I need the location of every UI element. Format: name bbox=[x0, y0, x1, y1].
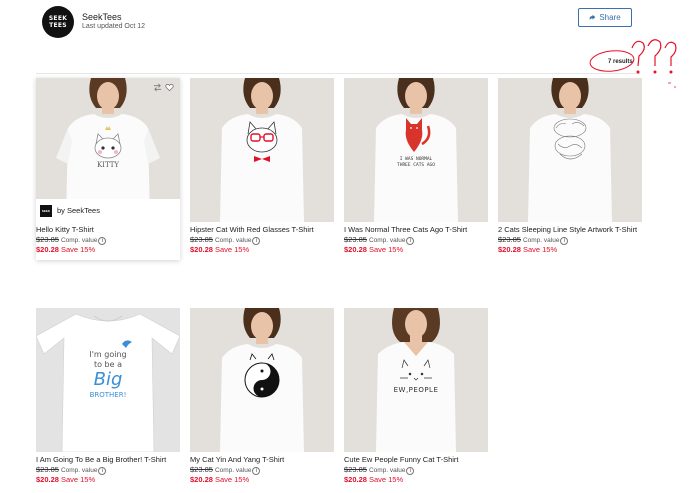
sale-price-row: $20.28 Save 15% bbox=[36, 245, 95, 254]
original-price: $23.85 bbox=[190, 235, 213, 244]
comp-value-label: Comp. value bbox=[368, 467, 406, 474]
info-icon[interactable]: i bbox=[406, 237, 415, 245]
comp-value: $23.85 Comp. value i bbox=[36, 465, 107, 475]
product-card[interactable]: I WAS NORMAL THREE CATS AGO I Was Normal… bbox=[344, 78, 488, 258]
original-price: $23.85 bbox=[498, 235, 521, 244]
comp-value: $23.85 Comp. value i bbox=[344, 235, 415, 245]
tshirt-model-image bbox=[344, 308, 488, 452]
product-image[interactable] bbox=[190, 308, 334, 452]
shirt-print-text: I'm going to be a Big BROTHER! bbox=[36, 350, 180, 400]
logo-text-top: SEEK bbox=[48, 15, 68, 22]
shirt-print-text: EW,PEOPLE bbox=[393, 386, 439, 394]
save-badge: Save 15% bbox=[368, 475, 404, 484]
original-price: $23.85 bbox=[36, 465, 59, 474]
product-image[interactable]: EW,PEOPLE bbox=[344, 308, 488, 452]
product-card[interactable]: I'm going to be a Big BROTHER! I Am Goin… bbox=[36, 308, 180, 488]
save-badge: Save 15% bbox=[60, 475, 96, 484]
heart-icon[interactable] bbox=[165, 83, 174, 92]
product-image[interactable]: I WAS NORMAL THREE CATS AGO bbox=[344, 78, 488, 222]
product-title[interactable]: 2 Cats Sleeping Line Style Artwork T-Shi… bbox=[498, 225, 637, 234]
sale-price-row: $20.28 Save 15% bbox=[344, 245, 403, 254]
product-card[interactable]: EW,PEOPLE Cute Ew People Funny Cat T-Shi… bbox=[344, 308, 488, 488]
product-title[interactable]: My Cat Yin And Yang T-Shirt bbox=[190, 455, 284, 464]
product-image[interactable] bbox=[498, 78, 642, 222]
shirt-text-line-2: THREE CATS AGO bbox=[397, 163, 435, 168]
comp-value-label: Comp. value bbox=[368, 237, 406, 244]
original-price: $23.85 bbox=[344, 465, 367, 474]
sale-price-row: $20.28 Save 15% bbox=[190, 245, 249, 254]
info-icon[interactable]: i bbox=[98, 467, 107, 475]
product-title[interactable]: Cute Ew People Funny Cat T-Shirt bbox=[344, 455, 459, 464]
product-image[interactable] bbox=[190, 78, 334, 222]
seller-strip[interactable]: SEEK by SeekTees bbox=[36, 199, 180, 222]
save-badge: Save 15% bbox=[60, 245, 96, 254]
tshirt-model-image bbox=[498, 78, 642, 222]
info-icon[interactable]: i bbox=[98, 237, 107, 245]
compare-icon[interactable] bbox=[153, 83, 162, 92]
sale-price: $20.28 bbox=[36, 245, 59, 254]
sale-price-row: $20.28 Save 15% bbox=[190, 475, 249, 484]
share-icon bbox=[590, 14, 596, 21]
original-price: $23.85 bbox=[344, 235, 367, 244]
comp-value-label: Comp. value bbox=[60, 467, 98, 474]
sale-price-row: $20.28 Save 15% bbox=[344, 475, 403, 484]
shirt-text-line-3: Big bbox=[93, 369, 123, 390]
product-title[interactable]: Hello Kitty T-Shirt bbox=[36, 225, 94, 234]
sale-price: $20.28 bbox=[344, 245, 367, 254]
shirt-text-line-4: BROTHER! bbox=[89, 391, 127, 399]
info-icon[interactable]: i bbox=[252, 467, 261, 475]
svg-text:KITTY: KITTY bbox=[97, 161, 119, 169]
product-title[interactable]: I Was Normal Three Cats Ago T-Shirt bbox=[344, 225, 467, 234]
original-price: $23.85 bbox=[36, 235, 59, 244]
save-badge: Save 15% bbox=[214, 245, 250, 254]
original-price: $23.85 bbox=[190, 465, 213, 474]
product-card[interactable]: Hipster Cat With Red Glasses T-Shirt $23… bbox=[190, 78, 334, 258]
comp-value: $23.85 Comp. value i bbox=[36, 235, 107, 245]
store-name[interactable]: SeekTees bbox=[82, 12, 122, 22]
comp-value-label: Comp. value bbox=[214, 467, 252, 474]
comp-value: $23.85 Comp. value i bbox=[344, 465, 415, 475]
share-label: Share bbox=[599, 13, 621, 22]
sale-price: $20.28 bbox=[344, 475, 367, 484]
tshirt-model-image bbox=[190, 78, 334, 222]
sale-price-row: $20.28 Save 15% bbox=[498, 245, 557, 254]
save-badge: Save 15% bbox=[522, 245, 558, 254]
comp-value-label: Comp. value bbox=[214, 237, 252, 244]
product-title[interactable]: Hipster Cat With Red Glasses T-Shirt bbox=[190, 225, 314, 234]
seller-label: by SeekTees bbox=[57, 206, 100, 215]
product-card[interactable]: My Cat Yin And Yang T-Shirt $23.85 Comp. … bbox=[190, 308, 334, 488]
sale-price: $20.28 bbox=[190, 475, 213, 484]
save-badge: Save 15% bbox=[368, 245, 404, 254]
save-badge: Save 15% bbox=[214, 475, 250, 484]
info-icon[interactable]: i bbox=[252, 237, 261, 245]
comp-value: $23.85 Comp. value i bbox=[190, 235, 261, 245]
sale-price: $20.28 bbox=[498, 245, 521, 254]
shirt-text-line-1: I'm going bbox=[89, 350, 127, 359]
store-logo[interactable]: SEEK TEES bbox=[42, 6, 74, 38]
results-count: 7 results bbox=[608, 59, 633, 65]
comp-value-label: Comp. value bbox=[60, 237, 98, 244]
comp-value-label: Comp. value bbox=[522, 237, 560, 244]
sale-price: $20.28 bbox=[190, 245, 213, 254]
product-card[interactable]: 2 Cats Sleeping Line Style Artwork T-Shi… bbox=[498, 78, 642, 258]
info-icon[interactable]: i bbox=[560, 237, 569, 245]
divider bbox=[36, 73, 640, 74]
comp-value: $23.85 Comp. value i bbox=[498, 235, 569, 245]
share-button[interactable]: Share bbox=[578, 8, 632, 27]
product-title[interactable]: I Am Going To Be a Big Brother! T-Shirt bbox=[36, 455, 166, 464]
product-image[interactable]: I'm going to be a Big BROTHER! bbox=[36, 308, 180, 452]
seller-mini-logo: SEEK bbox=[40, 204, 52, 217]
shirt-print-text: I WAS NORMAL THREE CATS AGO bbox=[344, 157, 488, 169]
logo-text-bottom: TEES bbox=[49, 22, 67, 29]
info-icon[interactable]: i bbox=[406, 467, 415, 475]
tshirt-model-image bbox=[344, 78, 488, 222]
sale-price-row: $20.28 Save 15% bbox=[36, 475, 95, 484]
comp-value: $23.85 Comp. value i bbox=[190, 465, 261, 475]
sale-price: $20.28 bbox=[36, 475, 59, 484]
product-image[interactable]: KITTY SEEK by SeekTees bbox=[36, 78, 180, 222]
product-card[interactable]: KITTY SEEK by SeekTees Hello Kitty T-Shi… bbox=[36, 78, 180, 260]
tshirt-model-image bbox=[190, 308, 334, 452]
store-header: SEEK TEES SeekTees Last updated Oct 12 S… bbox=[0, 0, 690, 70]
last-updated: Last updated Oct 12 bbox=[82, 23, 146, 30]
